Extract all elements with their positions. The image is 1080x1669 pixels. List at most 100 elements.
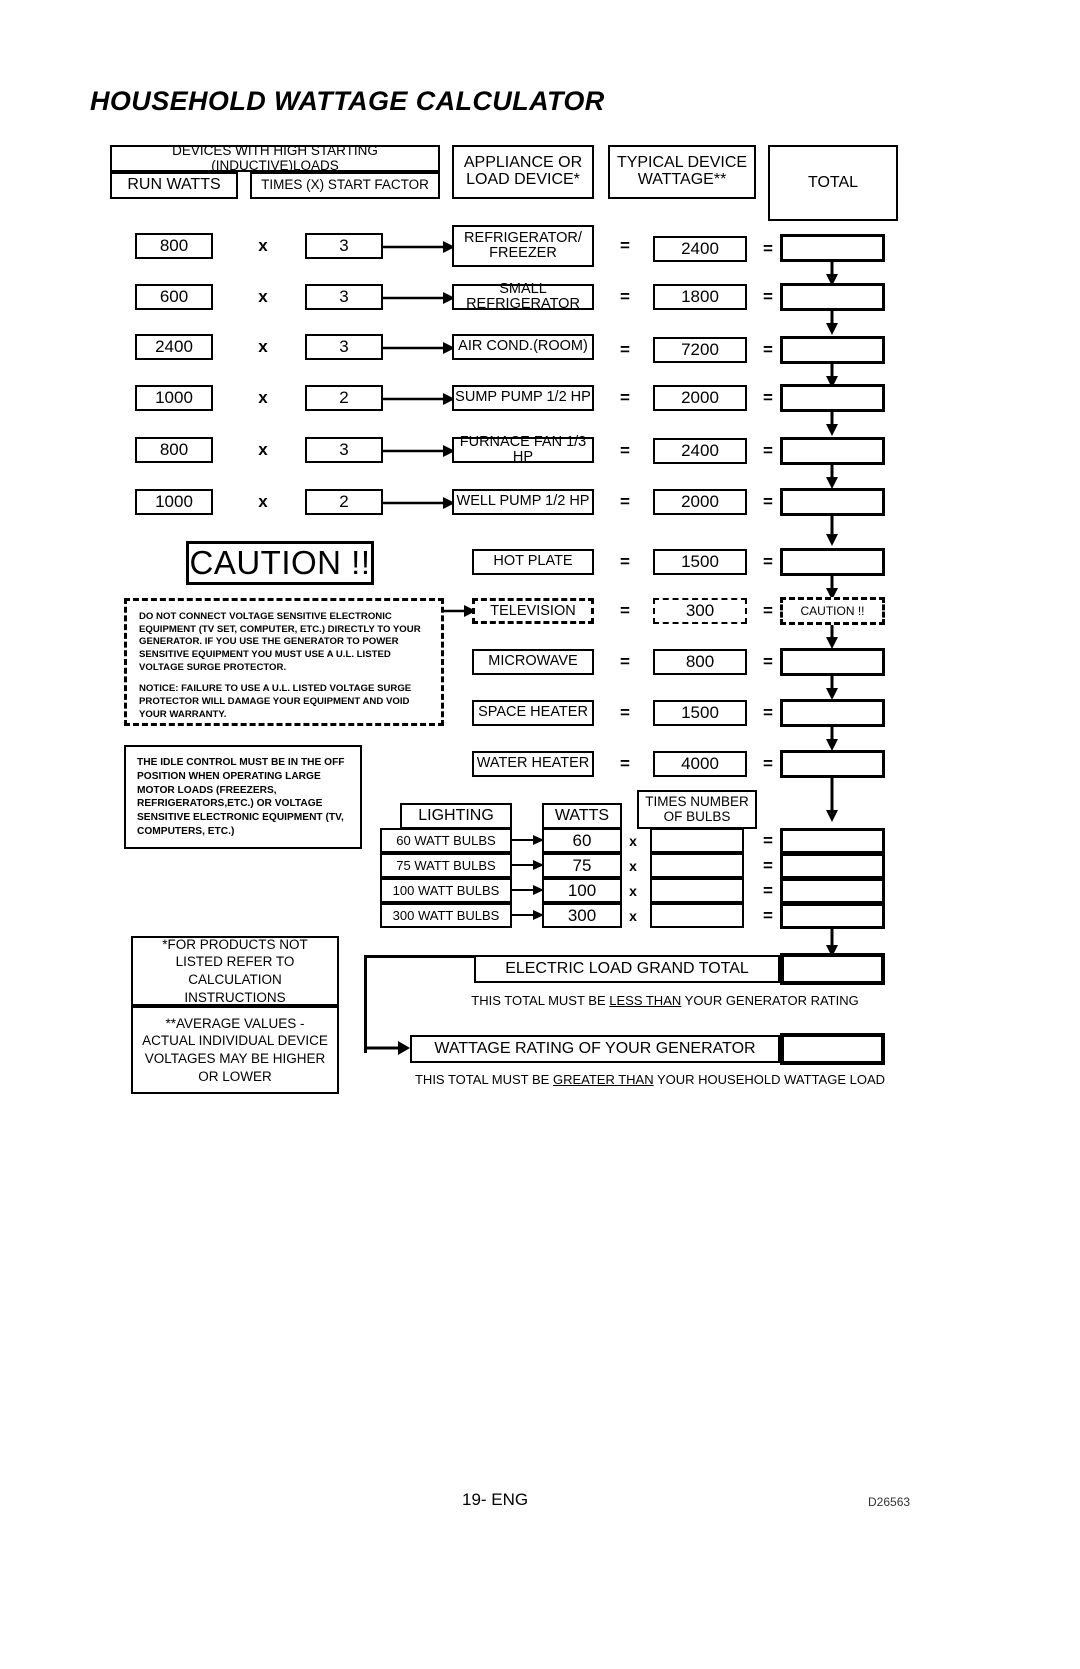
equals-symbol-b-10: = <box>763 754 773 773</box>
lighting-arrow-1 <box>512 860 544 870</box>
equals-symbol-b-0: = <box>763 239 773 258</box>
total-input-1[interactable] <box>780 283 885 311</box>
total-down-arrow-4 <box>826 465 838 489</box>
typical-wattage-space-heater: 1500 <box>653 700 747 726</box>
equals-symbol-a-2: = <box>620 340 630 359</box>
total-input-0[interactable] <box>780 234 885 262</box>
header-total-label: TOTAL <box>807 173 859 191</box>
run-watts-input-5[interactable]: 1000 <box>135 489 213 515</box>
caution-banner-label: CAUTION !! <box>189 543 371 581</box>
lighting-times-symbol-3: x <box>629 907 637 924</box>
equals-symbol-b-4: = <box>763 441 773 460</box>
generator-note-pre: THIS TOTAL MUST BE <box>414 1072 553 1087</box>
device-label-0-line2: FREEZER <box>489 245 557 261</box>
start-factor-input-4[interactable]: 3 <box>305 437 383 463</box>
lighting-watts-3: 300 <box>542 903 622 928</box>
equals-symbol-b-1: = <box>763 287 773 306</box>
total-down-arrow-5 <box>826 516 838 546</box>
start-factor-input-1[interactable]: 3 <box>305 284 383 310</box>
device-label-0-line1: REFRIGERATOR/ <box>464 229 582 246</box>
total-input-4[interactable] <box>780 437 885 465</box>
run-watts-input-0[interactable]: 800 <box>135 233 213 259</box>
equals-symbol-a-1: = <box>620 287 630 306</box>
run-watts-input-3[interactable]: 1000 <box>135 385 213 411</box>
grand-total-connector-top <box>364 955 476 958</box>
header-run-watts: RUN WATTS <box>110 172 238 199</box>
typical-wattage-hot-plate: 1500 <box>653 549 747 575</box>
header-typical-wattage: TYPICAL DEVICE WATTAGE** <box>608 145 756 199</box>
times-symbol-0: x <box>258 236 268 255</box>
grand-total-value[interactable] <box>780 953 885 985</box>
lighting-watts-2: 100 <box>542 878 622 903</box>
total-input-space-heater[interactable] <box>780 699 885 727</box>
total-input-5[interactable] <box>780 488 885 516</box>
typical-wattage-1: 1800 <box>653 284 747 310</box>
lighting-equals-0: = <box>763 830 773 850</box>
header-inductive-loads-label: DEVICES WITH HIGH STARTING (INDUCTIVE)LO… <box>172 143 378 173</box>
equals-symbol-b-8: = <box>763 652 773 671</box>
times-symbol-3: x <box>258 388 268 407</box>
lighting-total-input-0[interactable] <box>780 828 885 854</box>
lighting-count-input-1[interactable] <box>650 853 744 878</box>
times-symbol-2: x <box>258 337 268 356</box>
total-down-arrow-1 <box>826 311 838 335</box>
equals-symbol-b-2: = <box>763 340 773 359</box>
generator-rating-value[interactable] <box>780 1033 885 1065</box>
lighting-count-input-3[interactable] <box>650 903 744 928</box>
device-label-microwave: MICROWAVE <box>472 649 594 675</box>
footer-page-number: 19- ENG <box>462 1490 529 1509</box>
footnote-double-asterisk-box: **AVERAGE VALUES - ACTUAL INDIVIDUAL DEV… <box>131 1006 339 1094</box>
grand-total-note-pre: THIS TOTAL MUST BE <box>471 993 610 1008</box>
run-watts-input-2[interactable]: 2400 <box>135 334 213 360</box>
typical-wattage-microwave: 800 <box>653 649 747 675</box>
device-label-water-heater: WATER HEATER <box>472 751 594 777</box>
times-symbol-5: x <box>258 492 268 511</box>
lighting-times-symbol-2: x <box>629 882 637 899</box>
lighting-arrow-0 <box>512 835 544 845</box>
lighting-equals-2: = <box>763 880 773 900</box>
generator-bar-arrow <box>364 1041 410 1055</box>
lighting-arrow-2 <box>512 885 544 895</box>
equals-symbol-a-0: = <box>620 236 630 255</box>
idle-control-box: THE IDLE CONTROL MUST BE IN THE OFF POSI… <box>124 745 362 849</box>
run-watts-input-4[interactable]: 800 <box>135 437 213 463</box>
start-factor-input-2[interactable]: 3 <box>305 334 383 360</box>
lighting-count-input-2[interactable] <box>650 878 744 903</box>
run-watts-input-1[interactable]: 600 <box>135 284 213 310</box>
lighting-total-input-3[interactable] <box>780 903 885 929</box>
total-input-microwave[interactable] <box>780 648 885 676</box>
lighting-total-input-2[interactable] <box>780 878 885 904</box>
footnote-double-asterisk-text: **AVERAGE VALUES - ACTUAL INDIVIDUAL DEV… <box>142 1015 328 1084</box>
total-input-3[interactable] <box>780 384 885 412</box>
lighting-total-input-1[interactable] <box>780 853 885 879</box>
total-input-2[interactable] <box>780 336 885 364</box>
device-label-hot-plate: HOT PLATE <box>472 549 594 575</box>
equals-symbol-a-10: = <box>620 754 630 773</box>
typical-wattage-television: 300 <box>653 598 747 624</box>
device-label-4: FURNACE FAN 1/3 HP <box>452 434 594 465</box>
footnote-asterisk-box: *FOR PRODUCTS NOT LISTED REFER TO CALCUL… <box>131 936 339 1006</box>
typical-wattage-5: 2000 <box>653 489 747 515</box>
total-input-hot-plate[interactable] <box>780 548 885 576</box>
footer-document-code: D26563 <box>868 1495 911 1509</box>
lighting-count-input-0[interactable] <box>650 828 744 853</box>
start-factor-input-3[interactable]: 2 <box>305 385 383 411</box>
typical-wattage-4: 2400 <box>653 438 747 464</box>
lighting-watts-0: 60 <box>542 828 622 853</box>
equals-symbol-a-4: = <box>620 441 630 460</box>
caution-banner: CAUTION !! <box>186 541 374 585</box>
device-label-0: REFRIGERATOR/ FREEZER <box>452 225 594 267</box>
header-appliance-line1: APPLIANCE OR <box>463 154 583 172</box>
start-factor-input-5[interactable]: 2 <box>305 489 383 515</box>
lighting-label-2: 100 WATT BULBS <box>380 878 512 903</box>
total-down-arrow-3 <box>826 412 838 436</box>
start-factor-input-0[interactable]: 3 <box>305 233 383 259</box>
total-input-television[interactable]: CAUTION !! <box>780 597 885 625</box>
device-label-space-heater: SPACE HEATER <box>472 700 594 726</box>
device-label-2: AIR COND.(ROOM) <box>452 334 594 360</box>
flow-arrow-2 <box>383 342 455 354</box>
equals-symbol-a-3: = <box>620 388 630 407</box>
total-input-water-heater[interactable] <box>780 750 885 778</box>
lighting-times-symbol-1: x <box>629 857 637 874</box>
header-run-watts-label: RUN WATTS <box>127 176 221 194</box>
